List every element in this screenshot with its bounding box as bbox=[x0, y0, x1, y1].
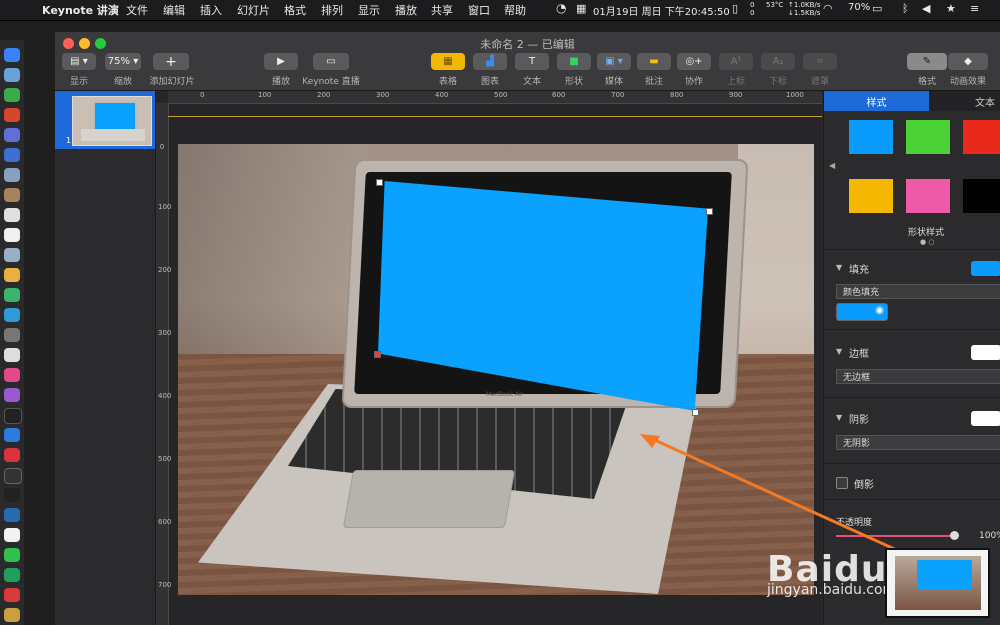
annotation-arrow bbox=[640, 434, 946, 574]
preview-thumbnail bbox=[885, 548, 990, 618]
preview-thumbnail-photo bbox=[895, 556, 981, 610]
preview-thumbnail-screen bbox=[917, 560, 972, 590]
baidu-watermark-url: jingyan.baidu.com bbox=[767, 582, 897, 598]
